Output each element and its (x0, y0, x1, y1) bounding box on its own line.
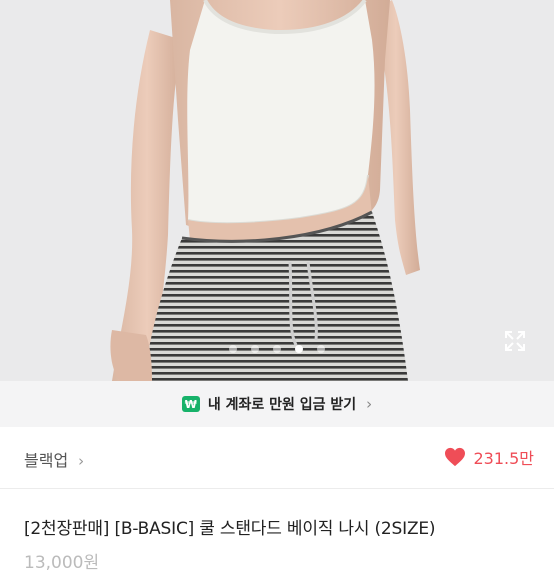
chevron-right-icon: › (366, 395, 373, 413)
seller-link[interactable]: 블랙업 › (24, 447, 84, 471)
product-price: 13,000원 (24, 553, 100, 573)
product-photo (0, 0, 554, 381)
seller-name: 블랙업 (24, 451, 69, 470)
expand-icon[interactable] (503, 329, 527, 353)
chevron-right-icon: › (78, 452, 85, 470)
like-button[interactable]: 231.5만 (444, 445, 534, 469)
account-deposit-banner[interactable]: ₩ 내 계좌로 만원 입금 받기 › (0, 381, 554, 427)
product-title: [2천장판매] [B-BASIC] 쿨 스탠다드 베이직 나시 (2SIZE) (24, 519, 436, 539)
gallery-dot[interactable] (273, 345, 281, 353)
gallery-dot[interactable] (251, 345, 259, 353)
heart-icon (445, 447, 466, 467)
like-count: 231.5만 (473, 449, 534, 468)
gallery-dot[interactable] (317, 345, 325, 353)
gallery-dot[interactable] (229, 345, 237, 353)
won-icon: ₩ (181, 396, 200, 412)
product-image-gallery[interactable] (0, 0, 554, 381)
seller-row: 블랙업 › 231.5만 (0, 427, 554, 489)
gallery-dot[interactable] (295, 345, 303, 353)
banner-text: 내 계좌로 만원 입금 받기 (207, 397, 357, 413)
gallery-pagination (0, 345, 554, 353)
